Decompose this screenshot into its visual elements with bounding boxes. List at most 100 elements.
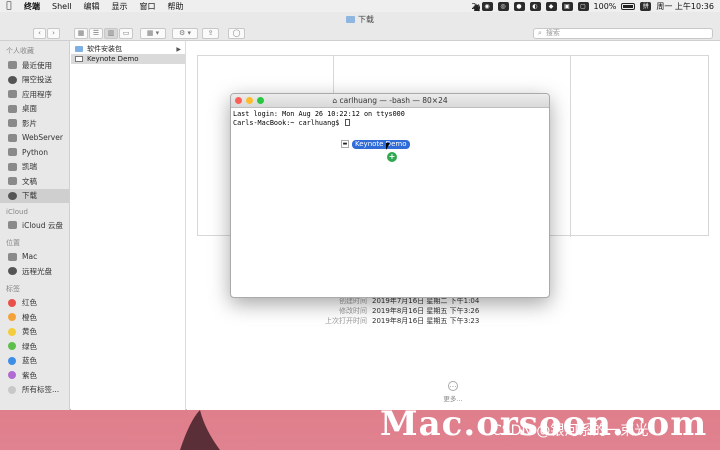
ellipsis-icon: … — [448, 381, 458, 391]
sidebar-item-tag-purple[interactable]: 紫色 — [0, 368, 69, 383]
clock[interactable]: 周一 上午10:36 — [656, 1, 714, 12]
more-label: 更多... — [443, 395, 463, 403]
sidebar-item-tag-green[interactable]: 绿色 — [0, 339, 69, 354]
sidebar-item-label: 蓝色 — [22, 356, 37, 366]
sidebar-item-mac[interactable]: Mac — [0, 250, 69, 265]
menu-extra-icon-7[interactable]: ▢ — [577, 1, 589, 11]
sidebar-item-documents[interactable]: 文稿 — [0, 174, 69, 189]
folder-icon — [75, 46, 83, 52]
wallpaper-figure — [180, 410, 220, 450]
group-button[interactable]: ▦ ▾ — [140, 28, 166, 39]
chevron-right-icon: ▶ — [176, 45, 181, 53]
menu-edit[interactable]: 编辑 — [78, 1, 106, 12]
movies-icon — [8, 119, 17, 128]
menu-extra-icon-4[interactable]: ◐ — [529, 1, 541, 11]
battery-icon[interactable] — [621, 2, 636, 10]
more-button[interactable]: … 更多... — [430, 381, 476, 403]
menu-extra-icon-1[interactable]: ◉ — [481, 1, 493, 11]
sidebar-item-airdrop[interactable]: 隔空投送 — [0, 73, 69, 88]
sidebar-item-label: 影片 — [22, 118, 37, 128]
sidebar-item-label: 最近使用 — [22, 60, 52, 70]
action-button[interactable]: ⚙ ▾ — [172, 28, 198, 39]
sidebar-item-downloads[interactable]: 下载 — [0, 188, 69, 203]
sidebar-item-all-tags[interactable]: 所有标签... — [0, 383, 69, 398]
executable-file-icon — [75, 56, 83, 62]
sidebar-item-label: 凯瑞 — [22, 162, 37, 172]
drag-item[interactable]: ▬ Keynote Demo — [341, 139, 410, 149]
forward-button[interactable]: › — [47, 28, 60, 39]
zoom-button[interactable] — [257, 97, 264, 104]
copy-plus-icon: + — [387, 152, 397, 162]
menu-bar:  终端 Shell 编辑 显示 窗口 帮助 ▲ 2 ◉ ◎ ● ◐ ◆ ▣ ▢… — [0, 0, 720, 12]
sidebar-item-kairui[interactable]: 凯瑞 — [0, 160, 69, 175]
list-item-software-folder[interactable]: 软件安装包 ▶ — [71, 44, 185, 54]
view-columns-button[interactable]: ▥ — [104, 28, 118, 39]
notification-center-icon[interactable]: ≡ — [471, 3, 482, 12]
sidebar-item-tag-blue[interactable]: 蓝色 — [0, 354, 69, 369]
menu-shell[interactable]: Shell — [46, 2, 78, 11]
share-button[interactable]: ⇪ — [202, 28, 219, 39]
list-item-label: 软件安装包 — [87, 45, 122, 53]
tag-button[interactable]: ◯ — [228, 28, 245, 39]
menu-terminal[interactable]: 终端 — [18, 1, 46, 12]
terminal-title: carlhuang — -bash — 80×24 — [339, 96, 448, 105]
sidebar-item-applications[interactable]: 应用程序 — [0, 87, 69, 102]
sidebar-item-movies[interactable]: 影片 — [0, 116, 69, 131]
sidebar-item-tag-red[interactable]: 红色 — [0, 296, 69, 311]
search-field[interactable]: ⌕ 搜索 — [533, 28, 713, 39]
folder-icon — [346, 16, 355, 23]
applications-icon — [8, 90, 17, 99]
sidebar-item-tag-orange[interactable]: 橙色 — [0, 310, 69, 325]
sidebar-item-label: 文稿 — [22, 176, 37, 186]
view-list-button[interactable]: ☰ — [89, 28, 103, 39]
menu-view[interactable]: 显示 — [106, 1, 134, 12]
downloads-icon — [8, 191, 17, 200]
view-gallery-button[interactable]: ▭ — [119, 28, 133, 39]
disc-icon — [8, 267, 17, 276]
terminal-prompt: Carls-MacBook:~ carlhuang$ — [233, 118, 340, 127]
info-label: 上次打开时间 — [325, 317, 367, 325]
menu-extra-icon-2[interactable]: ◎ — [497, 1, 509, 11]
menu-window[interactable]: 窗口 — [134, 1, 162, 12]
sidebar-item-label: 所有标签... — [22, 385, 60, 395]
view-icons-button[interactable]: ▦ — [74, 28, 88, 39]
computer-icon — [8, 252, 17, 261]
desktop-icon — [8, 104, 17, 113]
info-modified: 修改时间 2019年8月16日 星期五 下午3:26 — [287, 306, 479, 316]
apple-menu-icon[interactable]:  — [0, 1, 18, 11]
recents-icon — [8, 61, 17, 70]
info-last-opened: 上次打开时间 2019年8月16日 星期五 下午3:23 — [287, 316, 479, 326]
sidebar-item-desktop[interactable]: 桌面 — [0, 102, 69, 117]
sidebar-header-tags: 标签 — [6, 284, 20, 293]
sidebar-item-label: 隔空投送 — [22, 75, 52, 85]
sidebar-item-label: 绿色 — [22, 341, 37, 351]
menu-extra-icon-5[interactable]: ◆ — [545, 1, 557, 11]
menu-help[interactable]: 帮助 — [162, 1, 190, 12]
finder-titlebar: 下载 — [0, 12, 720, 27]
sidebar-item-tag-yellow[interactable]: 黄色 — [0, 325, 69, 340]
menu-extra-icon-3[interactable]: ● — [513, 1, 525, 11]
info-label: 修改时间 — [339, 307, 367, 315]
sidebar-item-recents[interactable]: 最近使用 — [0, 58, 69, 73]
terminal-prompt-line: Carls-MacBook:~ carlhuang$ — [233, 118, 547, 128]
sidebar-item-label: Python — [22, 147, 48, 157]
list-item-keynote-demo[interactable]: Keynote Demo — [71, 54, 185, 64]
sidebar-item-remote-disc[interactable]: 远程光盘 — [0, 264, 69, 279]
tag-color-dot — [8, 356, 16, 365]
folder-icon — [8, 162, 17, 171]
home-folder-icon: ⌂ — [332, 96, 340, 105]
sidebar-item-label: Mac — [22, 252, 38, 262]
sidebar-item-label: 应用程序 — [22, 89, 52, 99]
sidebar-header-favorites: 个人收藏 — [6, 47, 34, 55]
finder-title: 下载 — [358, 15, 374, 24]
back-button[interactable]: ‹ — [33, 28, 46, 39]
terminal-output[interactable]: Last login: Mon Aug 26 10:22:12 on ttys0… — [231, 108, 549, 129]
sidebar-item-webserver[interactable]: WebServer — [0, 131, 69, 146]
menu-extra-icon-6[interactable]: ▣ — [561, 1, 573, 11]
close-button[interactable] — [235, 97, 242, 104]
sidebar-item-python[interactable]: Python — [0, 145, 69, 160]
input-method-icon[interactable]: 拼 — [640, 1, 652, 11]
sidebar-item-icloud-drive[interactable]: iCloud 云盘 — [0, 218, 69, 233]
minimize-button[interactable] — [246, 97, 253, 104]
tag-color-dot — [8, 313, 16, 322]
